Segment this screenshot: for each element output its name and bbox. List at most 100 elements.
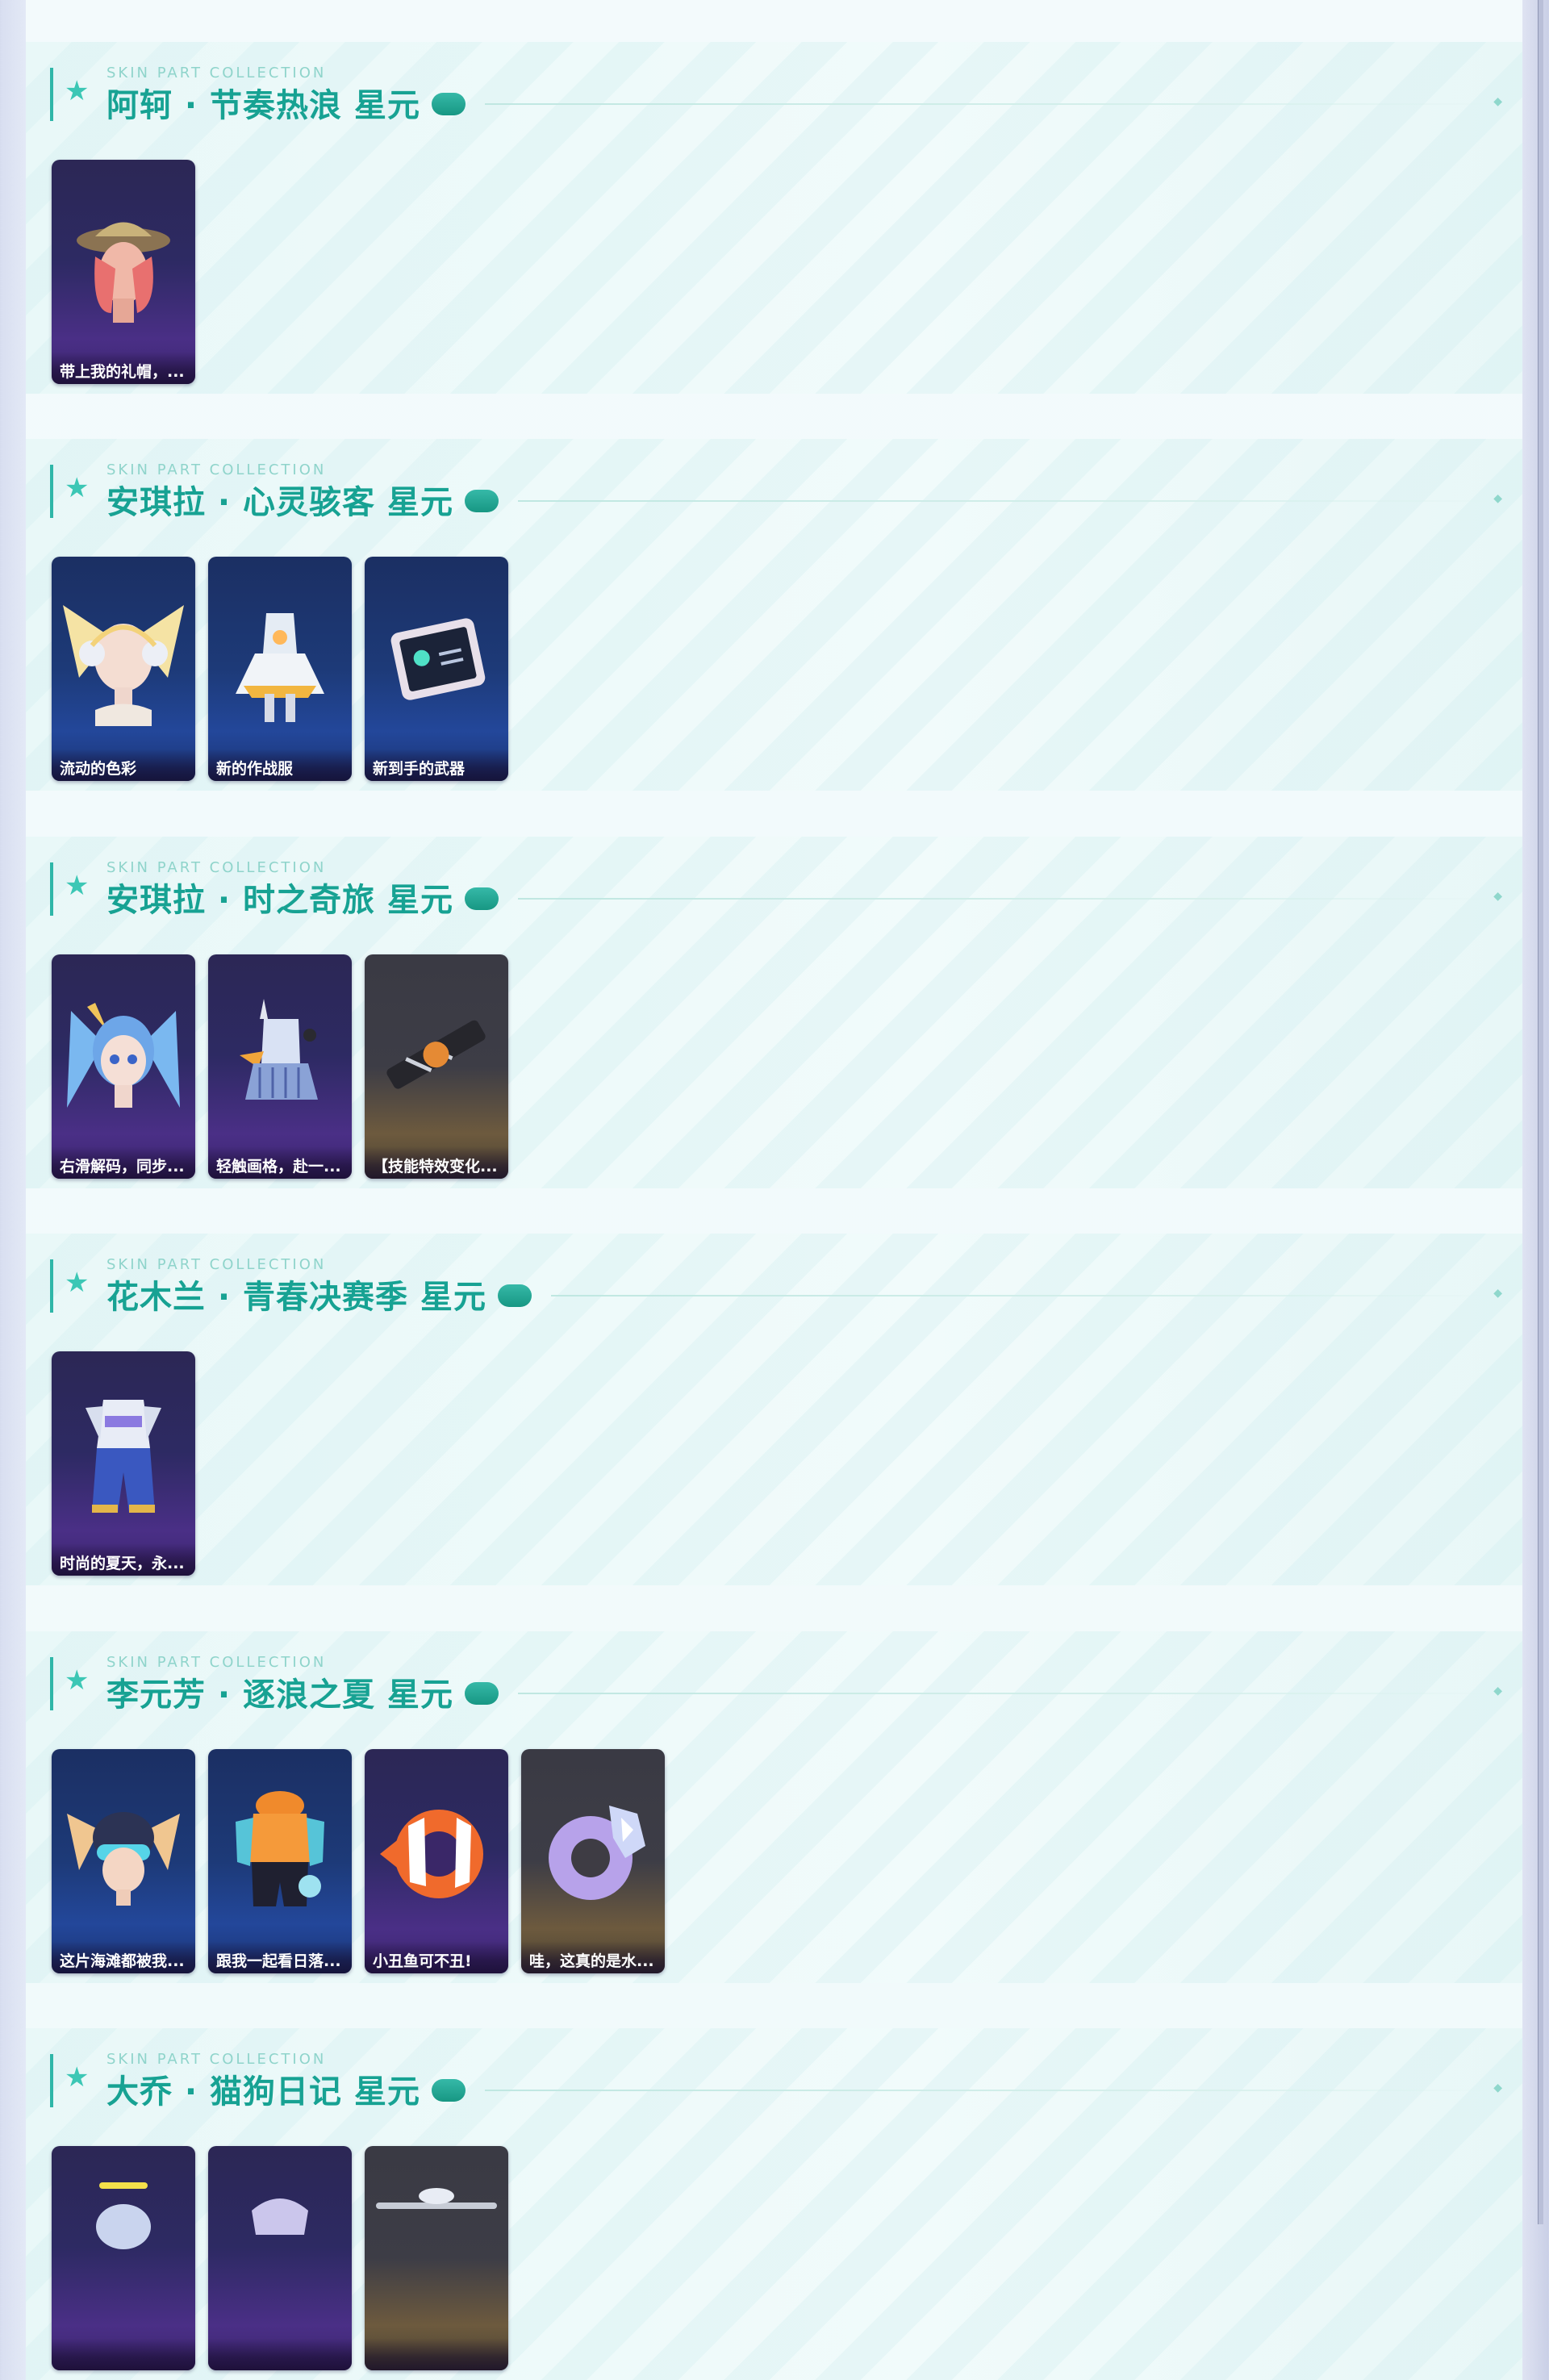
card-caption: 带上我的礼帽，...: [52, 352, 195, 384]
skin-part-card[interactable]: 流动的色彩: [52, 557, 195, 781]
card-caption: 轻触画格，赴一...: [208, 1146, 352, 1179]
character-head-hat-icon: [77, 222, 170, 323]
star-currency-pill-icon: [464, 887, 499, 910]
skin-part-card[interactable]: 新的作战服: [208, 557, 352, 781]
outfit-sport-icon: [86, 1400, 161, 1513]
section-title: 大乔 · 猫狗日记 星元: [106, 2073, 420, 2111]
section-header: ★ SKIN PART COLLECTION 李元芳 · 逐浪之夏 星元 ◆: [50, 1654, 1502, 1714]
card-caption: [52, 2338, 195, 2370]
star-icon: ★: [65, 1664, 90, 1697]
star-currency-pill-icon: [431, 93, 466, 115]
card-list: [52, 2146, 508, 2370]
skin-part-card[interactable]: 这片海滩都被我...: [52, 1749, 195, 1973]
outfit-beach-icon: [236, 1791, 324, 1906]
skin-part-card[interactable]: 带上我的礼帽，...: [52, 160, 195, 384]
card-caption: 时尚的夏天，永...: [52, 1543, 195, 1576]
star-icon: ★: [65, 472, 90, 504]
accent-bar: [50, 1657, 53, 1710]
star-currency-pill-icon: [497, 1284, 532, 1307]
diamond-icon: ◆: [1493, 492, 1502, 505]
diamond-icon: ◆: [1493, 1287, 1502, 1300]
divider-line: [484, 103, 1493, 105]
skin-section-mulan: ★ SKIN PART COLLECTION 花木兰 · 青春决赛季 星元 ◆: [26, 1234, 1522, 1585]
skin-part-card[interactable]: 跟我一起看日落...: [208, 1749, 352, 1973]
accent-bar: [50, 1259, 53, 1313]
skin-part-card[interactable]: 小丑鱼可不丑!: [365, 1749, 508, 1973]
character-head-goggles-icon: [67, 1812, 180, 1906]
outfit-dress-icon: [236, 613, 324, 722]
skin-part-card[interactable]: 哇，这真的是水...: [521, 1749, 665, 1973]
section-header: ★ SKIN PART COLLECTION 大乔 · 猫狗日记 星元 ◆: [50, 2051, 1502, 2111]
skin-section-angela-time: ★ SKIN PART COLLECTION 安琪拉 · 时之奇旅 星元 ◆ 右…: [26, 837, 1522, 1188]
clownfish-ring-icon: [380, 1810, 483, 1898]
skin-section-angela-hacker: ★ SKIN PART COLLECTION 安琪拉 · 心灵骇客 星元 ◆ 流…: [26, 439, 1522, 791]
skin-section-liyuanfang: ★ SKIN PART COLLECTION 李元芳 · 逐浪之夏 星元 ◆ 这…: [26, 1631, 1522, 1983]
section-header: ★ SKIN PART COLLECTION 花木兰 · 青春决赛季 星元 ◆: [50, 1256, 1502, 1316]
divider-line: [517, 500, 1494, 502]
star-icon: ★: [65, 2061, 90, 2094]
weapon-blade-icon: [386, 1020, 486, 1089]
card-list: 这片海滩都被我... 跟我一起看日落... 小丑鱼可不丑! 哇，这真的是水...: [52, 1749, 665, 1973]
card-caption: 这片海滩都被我...: [52, 1941, 195, 1973]
divider-line: [517, 1693, 1494, 1694]
card-caption: 小丑鱼可不丑!: [365, 1941, 508, 1973]
outfit-cat-icon: [252, 2198, 308, 2235]
card-list: 右滑解码，同步... 轻触画格，赴一... 【技能特效变化...: [52, 954, 508, 1179]
accent-bar: [50, 2054, 53, 2107]
card-caption: 【技能特效变化...: [365, 1146, 508, 1179]
card-list: 流动的色彩 新的作战服 新到手的武器: [52, 557, 508, 781]
card-list: 时尚的夏天，永...: [52, 1351, 195, 1576]
character-head-twintail-icon: [67, 1003, 180, 1108]
accent-bar: [50, 862, 53, 916]
card-list: 带上我的礼帽，...: [52, 160, 195, 384]
divider-line: [484, 2090, 1493, 2091]
divider-line: [517, 898, 1494, 900]
card-caption: [208, 2338, 352, 2370]
diamond-icon: ◆: [1493, 95, 1502, 108]
page-background: ★ SKIN PART COLLECTION 阿轲 · 节奏热浪 星元 ◆ 带上…: [26, 0, 1522, 2380]
skin-part-card[interactable]: 时尚的夏天，永...: [52, 1351, 195, 1576]
character-head-cat-icon: [96, 2182, 151, 2249]
accent-bar: [50, 465, 53, 518]
tablet-weapon-icon: [390, 618, 486, 700]
section-header: ★ SKIN PART COLLECTION 阿轲 · 节奏热浪 星元 ◆: [50, 65, 1502, 124]
card-caption: 流动的色彩: [52, 749, 195, 781]
section-header: ★ SKIN PART COLLECTION 安琪拉 · 时之奇旅 星元 ◆: [50, 859, 1502, 919]
star-currency-pill-icon: [464, 490, 499, 512]
card-caption: 右滑解码，同步...: [52, 1146, 195, 1179]
skin-part-card[interactable]: 新到手的武器: [365, 557, 508, 781]
outfit-skirt-icon: [240, 999, 318, 1100]
skin-part-card[interactable]: 【技能特效变化...: [365, 954, 508, 1179]
section-title: 花木兰 · 青春决赛季 星元: [106, 1279, 486, 1316]
skin-part-card[interactable]: [208, 2146, 352, 2370]
diamond-icon: ◆: [1493, 1685, 1502, 1697]
star-currency-pill-icon: [431, 2079, 466, 2102]
card-caption: 新到手的武器: [365, 749, 508, 781]
card-caption: [365, 2338, 508, 2370]
divider-line: [550, 1295, 1495, 1296]
card-caption: 新的作战服: [208, 749, 352, 781]
skin-part-card[interactable]: [52, 2146, 195, 2370]
star-icon: ★: [65, 1267, 90, 1299]
skin-part-card[interactable]: 右滑解码，同步...: [52, 954, 195, 1179]
crystal-ring-icon: [549, 1806, 645, 1900]
skin-section-ake: ★ SKIN PART COLLECTION 阿轲 · 节奏热浪 星元 ◆ 带上…: [26, 42, 1522, 394]
card-caption: 跟我一起看日落...: [208, 1941, 352, 1973]
skin-part-card[interactable]: 轻触画格，赴一...: [208, 954, 352, 1179]
character-head-headphones-icon: [63, 605, 184, 726]
star-currency-pill-icon: [464, 1682, 499, 1705]
weapon-staff-icon: [376, 2188, 497, 2209]
diamond-icon: ◆: [1493, 2081, 1502, 2094]
card-caption: 哇，这真的是水...: [521, 1941, 665, 1973]
window-right-border: [1538, 0, 1543, 2224]
section-header: ★ SKIN PART COLLECTION 安琪拉 · 心灵骇客 星元 ◆: [50, 461, 1502, 521]
section-title: 安琪拉 · 时之奇旅 星元: [106, 882, 453, 919]
section-title: 李元芳 · 逐浪之夏 星元: [106, 1676, 453, 1714]
section-title: 阿轲 · 节奏热浪 星元: [106, 87, 420, 124]
star-icon: ★: [65, 75, 90, 107]
accent-bar: [50, 68, 53, 121]
star-icon: ★: [65, 870, 90, 902]
skin-section-daqiao: ★ SKIN PART COLLECTION 大乔 · 猫狗日记 星元 ◆: [26, 2028, 1522, 2380]
skin-part-card[interactable]: [365, 2146, 508, 2370]
section-title: 安琪拉 · 心灵骇客 星元: [106, 484, 453, 521]
